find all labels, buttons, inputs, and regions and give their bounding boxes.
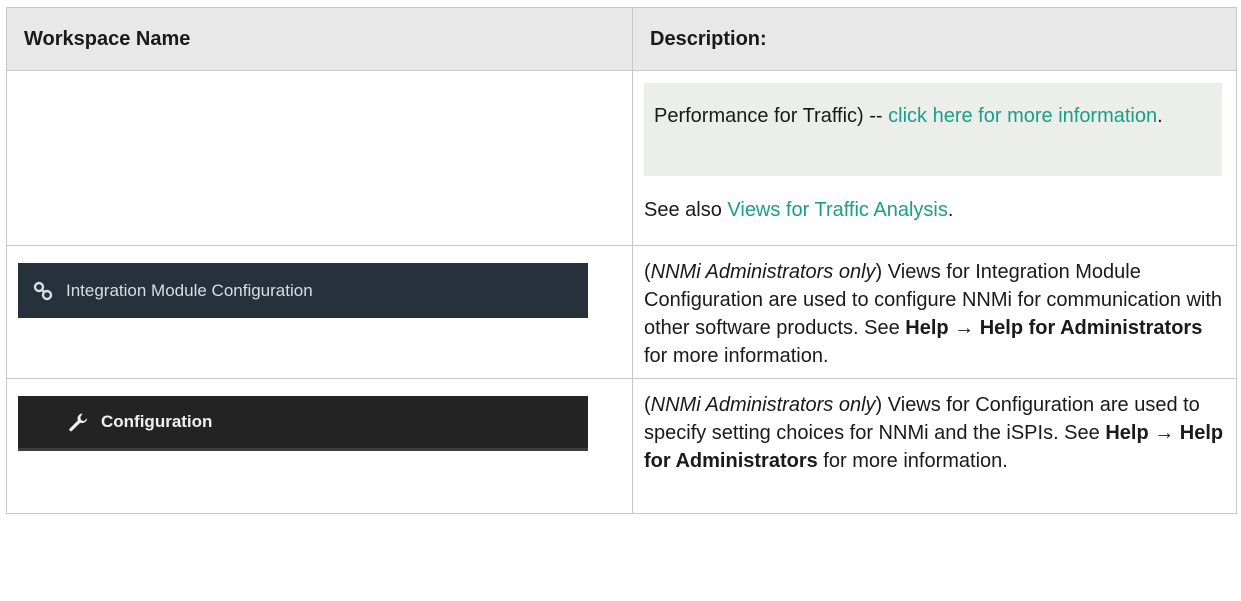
description-cell: (NNMi Administrators only) Views for Int… [632,245,1237,379]
workspace-name-cell: Configuration [6,378,633,514]
description-cell: (NNMi Administrators only) Views for Con… [632,378,1237,514]
menu-path: Help → Help for Administrators [905,317,1203,339]
wrench-icon [69,413,88,432]
table-row: Configuration (NNMi Administrators only)… [6,378,1237,514]
note-box: Performance for Traffic) -- click here f… [644,83,1222,176]
note-period: . [1157,105,1163,127]
see-also-prefix: See also [644,199,728,221]
table-row: Performance for Traffic) -- click here f… [6,70,1237,246]
workspace-name-cell [6,70,633,246]
column-header-workspace-name: Workspace Name [6,7,633,71]
description-tail: for more information. [644,345,829,367]
workspace-name-cell: Integration Module Configuration [6,245,633,379]
traffic-analysis-link[interactable]: Views for Traffic Analysis [727,199,947,221]
description-text: (NNMi Administrators only) Views for Int… [644,261,1223,367]
role-note: NNMi Administrators only [650,394,876,416]
note-text: Performance for Traffic) -- [654,105,889,127]
see-also-period: . [947,199,954,221]
see-also-line: See also Views for Traffic Analysis. [644,197,1224,223]
description-text: (NNMi Administrators only) Views for Con… [644,394,1224,472]
role-note: NNMi Administrators only [650,261,876,283]
link-icon [33,281,53,300]
column-header-description: Description: [632,7,1237,71]
integration-module-configuration-banner: Integration Module Configuration [18,263,588,318]
table-row: Integration Module Configuration (NNMi A… [6,245,1237,379]
more-information-link[interactable]: click here for more information [888,105,1157,127]
workspace-table: Workspace Name Description: Performance … [6,7,1237,514]
description-cell: Performance for Traffic) -- click here f… [632,70,1237,246]
description-tail: for more information. [823,450,1008,472]
table-header-row: Workspace Name Description: [6,7,1237,71]
banner-label: Integration Module Configuration [66,280,313,300]
banner-label: Configuration [101,412,213,431]
configuration-banner: Configuration [18,396,588,451]
